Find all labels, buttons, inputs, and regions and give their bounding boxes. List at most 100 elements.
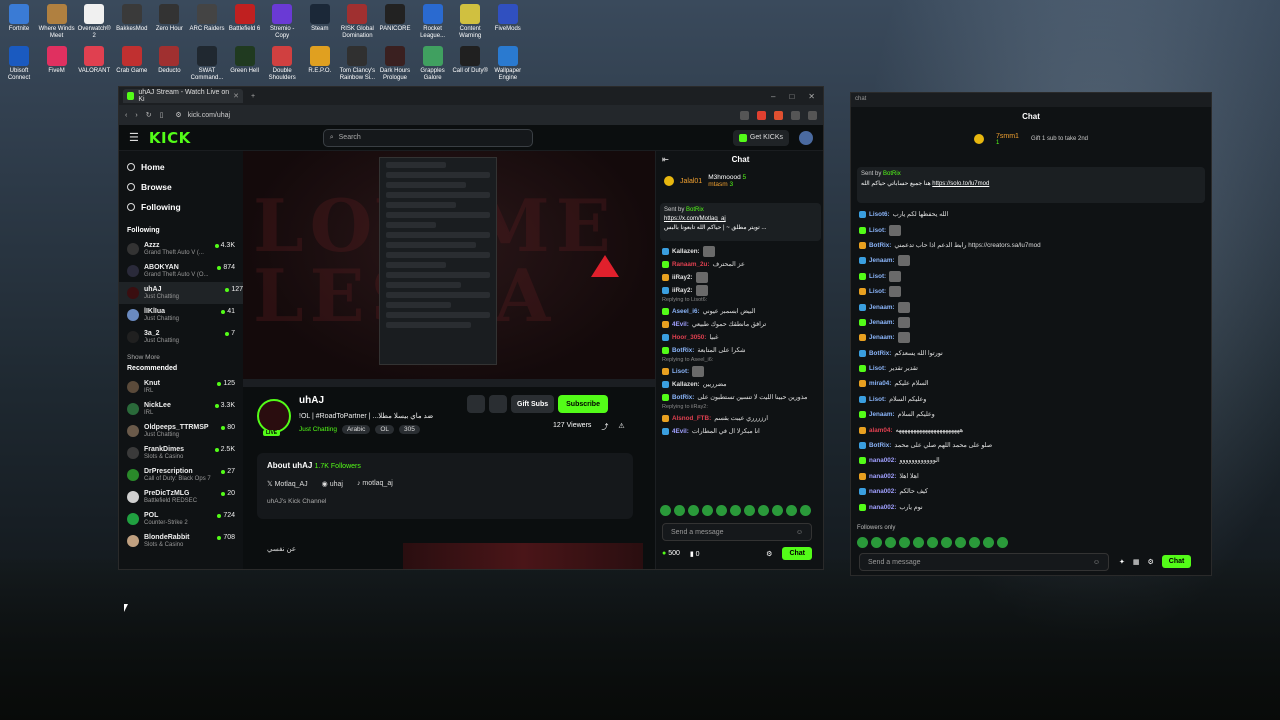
store-icon[interactable]: ▦: [1133, 558, 1140, 566]
desktop-icon[interactable]: ARC Raiders: [188, 2, 226, 33]
chat-username[interactable]: Lisot:: [869, 272, 886, 281]
settings-icon[interactable]: ⚙: [766, 550, 772, 558]
chat-username[interactable]: Lisot:: [869, 226, 886, 235]
chat-message[interactable]: Kallazen: مضرريين: [656, 378, 823, 391]
tag-305[interactable]: 305: [399, 425, 420, 434]
emote[interactable]: [786, 505, 797, 516]
bookmark-icon[interactable]: ▯: [160, 111, 164, 119]
chat-username[interactable]: nana002:: [869, 472, 896, 481]
emote[interactable]: [899, 537, 910, 548]
chat-username[interactable]: Jenaam:: [869, 318, 895, 327]
chat-message[interactable]: mira04: السلام عليكم: [851, 376, 1211, 391]
chat-username[interactable]: iiRay2:: [672, 286, 693, 295]
emote[interactable]: [871, 537, 882, 548]
desktop-icon[interactable]: Zero Hour: [150, 2, 188, 33]
desktop-icon[interactable]: Battlefield 6: [226, 2, 264, 33]
chat-message[interactable]: Lisot:: [851, 269, 1211, 284]
desktop-icon[interactable]: Stremio - Copy: [263, 2, 301, 40]
chat-message[interactable]: Jenaam:: [851, 330, 1211, 345]
desktop-icon[interactable]: PANICORE: [376, 2, 414, 33]
chat-message[interactable]: Alsnod_FTB: ارزررري عيبت بقسم: [656, 412, 823, 425]
x-social-link[interactable]: 𝕏 Motlaq_AJ: [267, 480, 308, 488]
chat-username[interactable]: Kallazen:: [672, 247, 700, 256]
chat-username[interactable]: nana002:: [869, 456, 896, 465]
emote[interactable]: [913, 537, 924, 548]
chat-message[interactable]: Lisot: تقدير تقدير: [851, 361, 1211, 376]
chat-message[interactable]: Lisot:: [656, 365, 823, 378]
desktop-icon[interactable]: BakkesMod: [113, 2, 151, 33]
desktop-icon[interactable]: R.E.P.O.: [301, 44, 339, 75]
chat-username[interactable]: nana002:: [869, 503, 896, 512]
desktop-icon[interactable]: Steam: [301, 2, 339, 33]
channel-item[interactable]: DrPrescription Call of Duty: Black Ops 7 2…: [127, 464, 235, 486]
tab-kick[interactable]: uhAJ Stream - Watch Live on Ki ✕: [123, 89, 243, 103]
desktop-icon[interactable]: Where Winds Meet: [38, 2, 76, 40]
subscribe-button[interactable]: Subscribe: [558, 395, 608, 413]
emoji-icon[interactable]: ☺: [796, 529, 803, 536]
emote[interactable]: [800, 505, 811, 516]
chat-username[interactable]: BotRix:: [869, 441, 891, 450]
rewards-icon[interactable]: [774, 110, 783, 120]
emote[interactable]: [716, 505, 727, 516]
pinned-message[interactable]: Sent by BotRix https://x.com/Motlaq_aj ت…: [660, 203, 821, 241]
chat-username[interactable]: Lisot:: [869, 287, 886, 296]
chat-username[interactable]: nana002:: [869, 487, 896, 496]
channel-item[interactable]: FrankDimes Slots & Casino 2.5K: [127, 442, 235, 464]
kicks-balance[interactable]: ● 500: [662, 550, 680, 557]
chat-username[interactable]: mira04:: [869, 379, 891, 388]
url-field[interactable]: ⚙ kick.com/uhaj: [171, 109, 511, 122]
nav-following[interactable]: Following: [127, 197, 235, 217]
chat-message[interactable]: nana002: نوم يارب: [851, 499, 1211, 514]
notification-bell-button[interactable]: [467, 395, 485, 413]
desktop-icon[interactable]: Double Shoulders: [263, 44, 301, 82]
desktop-icon[interactable]: FiveMods: [489, 2, 527, 33]
desktop-icon[interactable]: Dark Hours Prologue: [376, 44, 414, 82]
chat-message[interactable]: Kallazen:: [656, 245, 823, 258]
popout-chat-input[interactable]: Send a message ☺: [859, 553, 1109, 571]
desktop-icon[interactable]: FiveM: [38, 44, 76, 75]
emote[interactable]: [941, 537, 952, 548]
stream-category[interactable]: Just Chatting: [299, 426, 337, 433]
channel-item[interactable]: BlondeRabbit Slots & Casino 708: [127, 530, 235, 552]
chat-username[interactable]: Jenaam:: [869, 256, 895, 265]
desktop-icon[interactable]: Content Warning: [451, 2, 489, 40]
chat-message[interactable]: BotRix: شكرا على المتابعة: [656, 344, 823, 357]
close-window-button[interactable]: ✕: [808, 92, 815, 101]
emote[interactable]: [730, 505, 741, 516]
channel-item[interactable]: Knut IRL 125: [127, 376, 235, 398]
chat-username[interactable]: Lisot:: [869, 395, 886, 404]
channel-item[interactable]: 3a_2 Just Chatting 7: [127, 326, 235, 348]
brave-shield-icon[interactable]: [757, 110, 766, 120]
chat-message[interactable]: Lisot6: الله يحفظها لكم يارب: [851, 207, 1211, 222]
chat-username[interactable]: Lisot6:: [869, 210, 890, 219]
sidebar-icon[interactable]: [791, 110, 800, 120]
channel-item[interactable]: Azzz Grand Theft Auto V (... 4.3K: [127, 238, 235, 260]
share-icon[interactable]: ⤴: [601, 422, 608, 432]
desktop-icon[interactable]: Rocket League...: [414, 2, 452, 40]
chat-username[interactable]: Jenaam:: [869, 410, 895, 419]
reload-icon[interactable]: ↻: [146, 111, 152, 119]
chat-username[interactable]: Lisot:: [672, 367, 689, 376]
chat-message[interactable]: BotRix: نورتوا الله يسعدكم: [851, 346, 1211, 361]
chat-username[interactable]: alam04:: [869, 426, 892, 435]
pinned-link[interactable]: https://x.com/Motlaq_aj: [664, 216, 726, 222]
emoji-icon[interactable]: ☺: [1093, 559, 1100, 566]
discord-social-link[interactable]: ◉ uhaj: [322, 480, 343, 488]
collapse-chat-icon[interactable]: ⇤: [662, 155, 669, 164]
tag-ol[interactable]: OL: [375, 425, 395, 434]
search-input[interactable]: ⌕ Search: [322, 128, 533, 147]
chat-username[interactable]: BotRix:: [869, 349, 891, 358]
streamer-avatar[interactable]: [257, 399, 291, 433]
channel-item[interactable]: PreDicTzMLG Battlefield REDSEC 20: [127, 486, 235, 508]
nav-browse[interactable]: Browse: [127, 177, 235, 197]
chat-message[interactable]: Jenaam:: [851, 315, 1211, 330]
emote[interactable]: [983, 537, 994, 548]
nav-home[interactable]: Home: [127, 157, 235, 177]
chat-username[interactable]: Kallazen:: [672, 380, 700, 389]
chat-message[interactable]: Jenaam: وعليكم السلام: [851, 407, 1211, 422]
desktop-icon[interactable]: Tom Clancy's Rainbow Si...: [338, 44, 376, 82]
get-kicks-button[interactable]: Get KICKs: [732, 129, 789, 146]
chat-message[interactable]: nana002: الوووووووووووو: [851, 453, 1211, 468]
desktop-icon[interactable]: Crab Game: [113, 44, 151, 75]
chat-message[interactable]: Ranaam_2u: عز المحترف: [656, 258, 823, 271]
